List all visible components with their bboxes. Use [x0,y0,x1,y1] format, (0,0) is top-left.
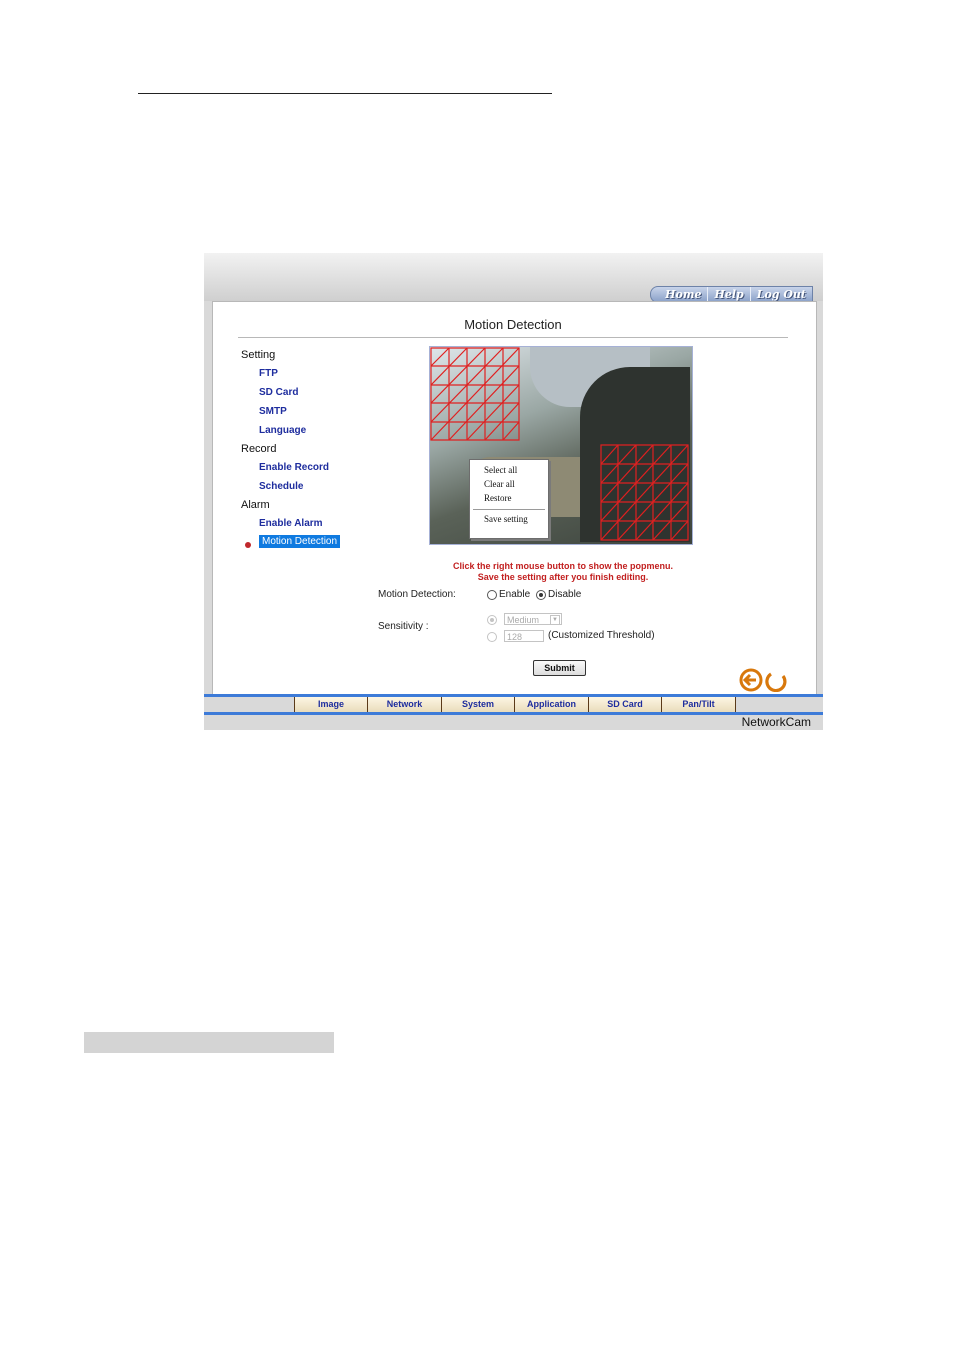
menu-header-record: Record [241,443,277,455]
tabbar-strip [204,712,823,715]
brand-label: NetworkCam [741,715,811,729]
sensitivity-select-value: Medium [507,615,540,625]
preset-sensitivity-radio[interactable] [487,615,497,625]
custom-sensitivity-radio[interactable] [487,632,497,642]
camera-web-ui-screenshot: Home Help Log Out Motion Detection Setti… [204,253,823,730]
popup-separator [473,509,545,510]
page-title: Motion Detection [464,317,562,332]
back-arrow-icon[interactable] [739,668,763,692]
enable-label: Enable [499,589,531,600]
context-popup-menu: Select all Clear all Restore Save settin… [469,459,549,539]
menu-item-ftp[interactable]: FTP [259,368,278,379]
custom-threshold-label: (Customized Threshold) [548,630,655,641]
threshold-input[interactable]: 128 [504,630,544,642]
help-link[interactable]: Help [707,287,749,302]
menu-header-alarm: Alarm [241,499,270,511]
tab-pan-tilt[interactable]: Pan/Tilt [662,697,736,712]
bottom-tab-bar: Image Network System Application SD Card… [204,694,823,730]
tab-system[interactable]: System [442,697,515,712]
menu-item-enable-record[interactable]: Enable Record [259,462,329,473]
logout-link[interactable]: Log Out [749,287,812,302]
menu-item-sd-card[interactable]: SD Card [259,387,298,398]
popup-restore[interactable]: Restore [484,493,512,503]
detection-grid-right[interactable] [600,444,690,542]
disable-radio[interactable] [536,590,546,600]
camera-preview[interactable]: Select all Clear all Restore Save settin… [429,346,693,545]
menu-item-enable-alarm[interactable]: Enable Alarm [259,518,323,529]
chevron-down-icon: ▼ [550,615,560,625]
hint-line-1: Click the right mouse button to show the… [453,561,673,571]
menu-item-motion-detection[interactable]: Motion Detection [259,535,341,548]
home-link[interactable]: Home [651,287,707,302]
detection-grid-left[interactable] [430,347,520,442]
tab-network[interactable]: Network [368,697,442,712]
submit-button[interactable]: Submit [533,660,586,676]
title-divider [238,337,788,338]
enable-radio[interactable] [487,590,497,600]
popup-clear-all[interactable]: Clear all [484,479,515,489]
menu-item-schedule[interactable]: Schedule [259,481,303,492]
tab-application[interactable]: Application [515,697,589,712]
motion-detection-label: Motion Detection: [378,589,456,600]
popup-select-all[interactable]: Select all [484,465,517,475]
menu-header-setting: Setting [241,349,276,361]
document-rule [138,93,552,94]
popup-save-setting[interactable]: Save setting [484,514,528,524]
sensitivity-select[interactable]: Medium ▼ [504,613,562,625]
tab-sd-card[interactable]: SD Card [589,697,662,712]
tab-image[interactable]: Image [294,697,368,712]
menu-item-language[interactable]: Language [259,425,306,436]
sensitivity-label: Sensitivity : [378,621,429,632]
document-gray-bar [84,1032,334,1053]
disable-label: Disable [548,589,582,600]
nav-icons [739,668,787,692]
refresh-icon[interactable] [765,672,787,692]
tabs: Image Network System Application SD Card… [294,697,736,712]
selected-bullet-icon [245,542,251,548]
content-panel: Motion Detection Setting FTP SD Card SMT… [212,301,817,695]
menu-item-smtp[interactable]: SMTP [259,406,287,417]
hint-line-2: Save the setting after you finish editin… [477,572,649,582]
